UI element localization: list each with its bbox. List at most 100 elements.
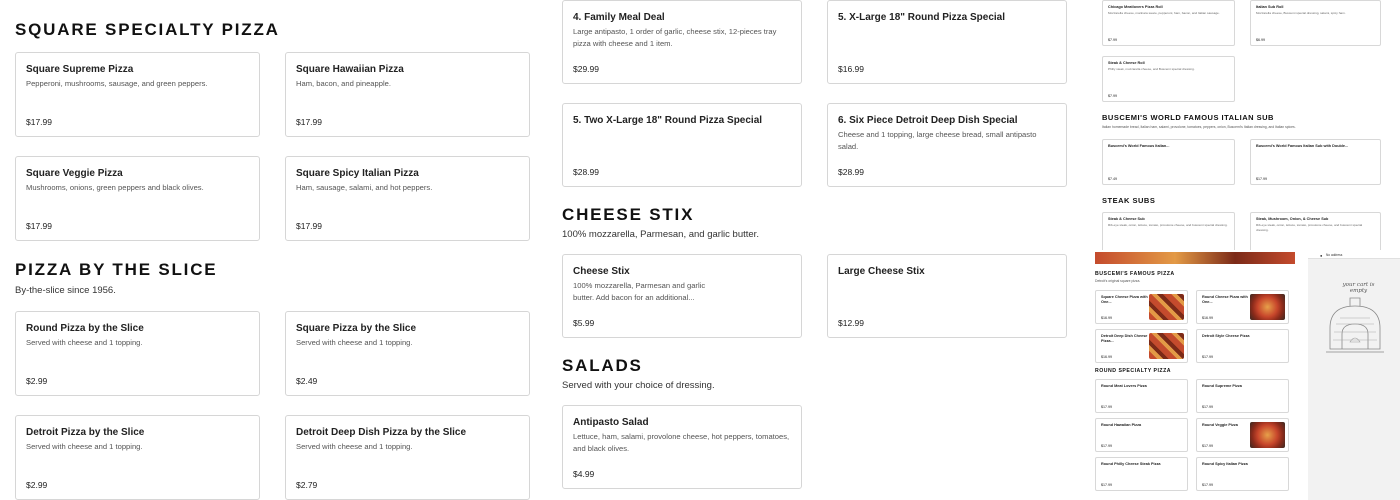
menu-item-card[interactable]: Antipasto Salad Lettuce, ham, salami, pr… xyxy=(562,405,802,489)
item-name: 5. Two X-Large 18" Round Pizza Special xyxy=(573,115,763,126)
item-price: $17.99 xyxy=(296,117,322,127)
item-price: $16.99 xyxy=(1101,355,1112,359)
menu-item-card[interactable]: Round Pizza by the Slice Served with che… xyxy=(15,311,260,396)
thumbnail-menu-page: Buscemi's Famous Pizza Detroit's origina… xyxy=(1090,252,1305,500)
salads-subtitle: Served with your choice of dressing. xyxy=(562,380,715,391)
pizza-photo xyxy=(1250,294,1285,320)
item-name: Detroit Pizza by the Slice xyxy=(26,427,145,438)
item-description: Ham, sausage, salami, and hot peppers. xyxy=(296,183,433,192)
item-name: Round Philly Cheese Steak Pizza xyxy=(1101,462,1161,466)
menu-item-card[interactable]: 5. X-Large 18" Round Pizza Special $16.9… xyxy=(827,0,1067,84)
menu-item-card[interactable]: Large Cheese Stix $12.99 xyxy=(827,254,1067,338)
mini-menu-card[interactable]: Steak & Cheese Sub Rib-eye steak, onion,… xyxy=(1102,212,1235,250)
item-price: $2.99 xyxy=(26,480,48,490)
item-name: Detroit Deep Dish Cheese Pizza... xyxy=(1101,334,1148,343)
item-name: Buscemi's World Famous Italian Sub with … xyxy=(1256,144,1349,148)
mini-menu-card[interactable]: Steak & Cheese Roll Philly steak, mozzar… xyxy=(1102,56,1235,102)
item-price: $12.99 xyxy=(838,318,864,328)
item-description: Served with cheese and 1 topping. xyxy=(296,442,413,451)
mini-menu-card[interactable]: Round Veggie Pizza $17.99 xyxy=(1196,418,1289,452)
item-name: Steak & Cheese Sub xyxy=(1108,217,1145,221)
item-price: $16.99 xyxy=(1101,316,1112,320)
item-price: $7.99 xyxy=(1108,94,1117,98)
menu-item-card[interactable]: Detroit Pizza by the Slice Served with c… xyxy=(15,415,260,500)
item-description: Philly steak, mozzarella cheese, and Bus… xyxy=(1108,67,1195,71)
item-price: $5.99 xyxy=(573,318,595,328)
item-name: Round Meat Lovers Pizza xyxy=(1101,384,1147,388)
item-price: $17.99 xyxy=(1202,355,1213,359)
item-description: Pepperoni, mushrooms, sausage, and green… xyxy=(26,79,208,88)
delivery-address-link[interactable]: No address xyxy=(1326,253,1342,257)
item-price: $28.99 xyxy=(573,167,599,177)
item-name: Antipasto Salad xyxy=(573,417,649,428)
item-description: Mozzarella cheese, marinara sauce, peppe… xyxy=(1108,11,1220,15)
mini-menu-card[interactable]: Round Meat Lovers Pizza $17.99 xyxy=(1095,379,1188,413)
item-name: Round Veggie Pizza xyxy=(1202,423,1238,427)
menu-item-card[interactable]: Cheese Stix 100% mozzarella, Parmesan an… xyxy=(562,254,802,338)
mini-menu-card[interactable]: Square Cheese Pizza with One... $16.99 xyxy=(1095,290,1188,324)
mini-menu-card[interactable]: Detroit Style Cheese Pizza $17.99 xyxy=(1196,329,1289,363)
item-price: $17.99 xyxy=(26,221,52,231)
item-price: $17.99 xyxy=(26,117,52,127)
item-price: $17.99 xyxy=(1256,177,1267,181)
pizza-photo xyxy=(1149,294,1184,320)
pizza-by-slice-subtitle: By-the-slice since 1956. xyxy=(15,285,116,296)
item-description: Cheese and 1 topping, large cheese bread… xyxy=(838,130,1037,151)
mini-menu-card[interactable]: Steak, Mushroom, Onion, & Cheese Sub Rib… xyxy=(1250,212,1381,250)
italian-sub-subtitle: Italian homemade bread, Italian ham, sal… xyxy=(1102,125,1296,129)
item-price: $7.49 xyxy=(1108,177,1117,181)
mini-header-images xyxy=(1095,252,1295,264)
mini-menu-card[interactable]: Round Supreme Pizza $17.99 xyxy=(1196,379,1289,413)
pizza-oven-illustration xyxy=(1326,297,1384,353)
item-name: Buscemi's World Famous Italian... xyxy=(1108,144,1170,148)
menu-item-card[interactable]: Square Pizza by the Slice Served with ch… xyxy=(285,311,530,396)
menu-item-card[interactable]: 5. Two X-Large 18" Round Pizza Special $… xyxy=(562,103,802,187)
item-name: Detroit Style Cheese Pizza xyxy=(1202,334,1250,338)
item-name: Steak, Mushroom, Onion, & Cheese Sub xyxy=(1256,217,1329,221)
mini-menu-card[interactable]: Round Spicy Italian Pizza $17.99 xyxy=(1196,457,1289,491)
item-description: Rib-eye steak, onion, lettuce, tomato, p… xyxy=(1108,223,1228,227)
cheese-stix-heading: Cheese Stix xyxy=(562,205,695,224)
item-price: $17.99 xyxy=(1101,444,1112,448)
mini-menu-card[interactable]: Buscemi's World Famous Italian... $7.49 xyxy=(1102,139,1235,185)
pizza-photo xyxy=(1250,422,1285,448)
item-name: Round Hawaiian Pizza xyxy=(1101,423,1142,427)
mini-menu-card[interactable]: Detroit Deep Dish Cheese Pizza... $16.99 xyxy=(1095,329,1188,363)
menu-item-card[interactable]: 4. Family Meal Deal Large antipasto, 1 o… xyxy=(562,0,802,84)
item-price: $17.99 xyxy=(1202,483,1213,487)
item-description: Ham, bacon, and pineapple. xyxy=(296,79,391,88)
cart-header: ● No address xyxy=(1308,252,1400,259)
italian-sub-heading: Buscemi's World Famous Italian Sub xyxy=(1102,113,1274,122)
mini-menu-card[interactable]: Italian Sub Roll Mozzarella cheese, Busc… xyxy=(1250,0,1381,46)
item-name: Detroit Deep Dish Pizza by the Slice xyxy=(296,427,467,438)
item-description: Large antipasto, 1 order of garlic, chee… xyxy=(573,27,777,48)
item-description: 100% mozzarella, Parmesan and garlic but… xyxy=(573,281,706,302)
item-price: $17.99 xyxy=(1202,444,1213,448)
menu-item-card[interactable]: Square Spicy Italian Pizza Ham, sausage,… xyxy=(285,156,530,241)
mini-menu-card[interactable]: Round Hawaiian Pizza $17.99 xyxy=(1095,418,1188,452)
item-name: Square Spicy Italian Pizza xyxy=(296,168,419,179)
menu-item-card[interactable]: Detroit Deep Dish Pizza by the Slice Ser… xyxy=(285,415,530,500)
famous-pizza-heading: Buscemi's Famous Pizza xyxy=(1095,271,1175,277)
square-specialty-heading: Square Specialty Pizza xyxy=(15,20,280,39)
menu-item-card[interactable]: 6. Six Piece Detroit Deep Dish Special C… xyxy=(827,103,1067,187)
mini-menu-card[interactable]: Chicago Meatlovers Pizza Roll Mozzarella… xyxy=(1102,0,1235,46)
item-description: Served with cheese and 1 topping. xyxy=(26,338,143,347)
item-name: Round Pizza by the Slice xyxy=(26,323,144,334)
item-name: 6. Six Piece Detroit Deep Dish Special xyxy=(838,115,1018,126)
salads-heading: Salads xyxy=(562,356,643,375)
item-name: Cheese Stix xyxy=(573,266,630,277)
item-price: $2.79 xyxy=(296,480,318,490)
famous-pizza-subtitle: Detroit's original square pizza. xyxy=(1095,279,1141,283)
mini-menu-card[interactable]: Round Cheese Pizza with One... $16.99 xyxy=(1196,290,1289,324)
menu-item-card[interactable]: Square Supreme Pizza Pepperoni, mushroom… xyxy=(15,52,260,137)
mini-menu-card[interactable]: Round Philly Cheese Steak Pizza $17.99 xyxy=(1095,457,1188,491)
mini-menu-card[interactable]: Buscemi's World Famous Italian Sub with … xyxy=(1250,139,1381,185)
item-name: Large Cheese Stix xyxy=(838,266,925,277)
menu-item-card[interactable]: Square Hawaiian Pizza Ham, bacon, and pi… xyxy=(285,52,530,137)
cart-panel: ● No address your cart is empty xyxy=(1308,252,1400,500)
cart-empty-text: your cart is empty xyxy=(1342,282,1375,294)
menu-item-card[interactable]: Square Veggie Pizza Mushrooms, onions, g… xyxy=(15,156,260,241)
thumbnail-top-panel: Chicago Meatlovers Pizza Roll Mozzarella… xyxy=(1095,0,1390,250)
pizza-by-slice-heading: Pizza by the Slice xyxy=(15,260,218,279)
